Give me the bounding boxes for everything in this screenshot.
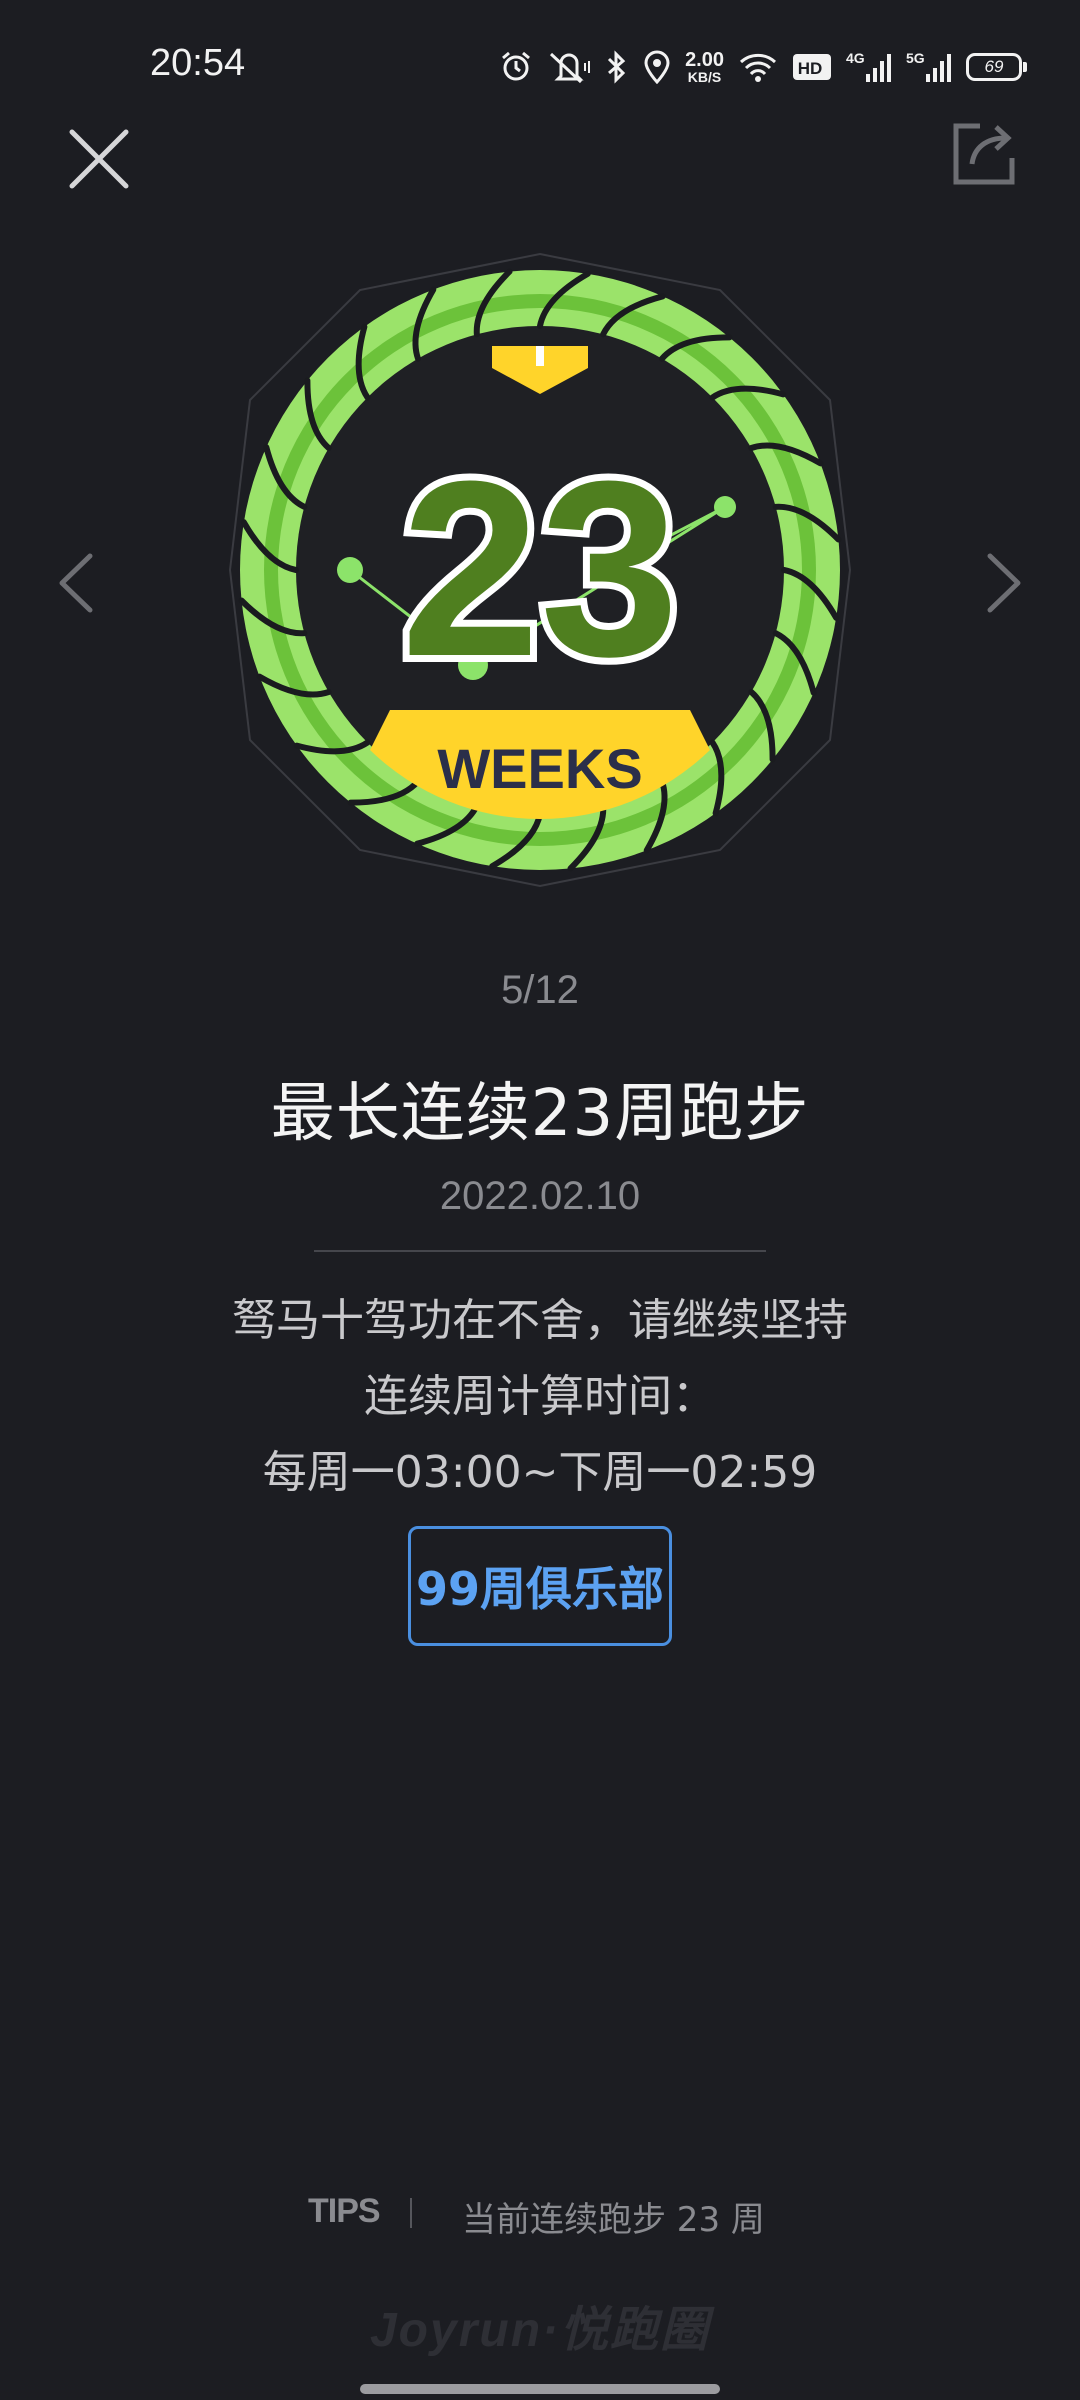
description-line: 连续周计算时间： <box>364 1371 716 1422</box>
status-icons: 2.00 KB/S HD 4G 5G 69 <box>499 44 1027 90</box>
node-dot <box>714 496 736 518</box>
net-speed: 2.00 KB/S <box>685 49 724 85</box>
badge-graphic: 23 WEEKS <box>228 252 852 888</box>
status-bar: 20:54 2.00 KB/S HD 4G 5G 69 <box>0 0 1080 120</box>
close-icon <box>69 129 129 189</box>
signal-4g-icon: 4G <box>846 50 892 84</box>
brand-logo: Joyrun·悦跑圈 <box>369 2304 711 2357</box>
next-badge-button[interactable] <box>972 548 1032 618</box>
badge-counter: 5/12 <box>501 968 579 1012</box>
tips-separator <box>410 2198 412 2228</box>
tips-row: TIPS 当前连续跑步 23 周 <box>0 2186 1080 2246</box>
status-time: 20:54 <box>150 42 246 84</box>
tips-label: TIPS <box>308 2192 381 2230</box>
svg-text:4G: 4G <box>846 50 865 66</box>
page-title: 最长连续23周跑步 <box>270 1077 810 1151</box>
chevron-left-icon <box>59 553 93 613</box>
tips-text: 当前连续跑步 23 周 <box>462 2200 765 2240</box>
previous-badge-button[interactable] <box>48 548 108 618</box>
description-line: 每周一03:00~下周一02:59 <box>262 1447 818 1498</box>
chevron-right-icon <box>987 553 1021 613</box>
home-indicator[interactable] <box>360 2384 720 2394</box>
divider <box>314 1250 766 1252</box>
hd-icon: HD <box>792 52 832 82</box>
club-button[interactable]: 99周俱乐部 <box>408 1526 672 1646</box>
svg-text:HD: HD <box>798 59 823 78</box>
node-dot <box>337 557 363 583</box>
badge-unit: WEEKS <box>437 737 642 800</box>
share-button[interactable] <box>948 118 1020 190</box>
location-icon <box>643 50 671 84</box>
achievement-badge: 23 WEEKS <box>220 250 860 890</box>
wifi-icon <box>738 51 778 83</box>
mute-icon <box>547 50 591 84</box>
battery-indicator: 69 <box>966 53 1027 81</box>
badge-number: 23 <box>401 429 679 708</box>
share-icon <box>953 123 1015 185</box>
achievement-date: 2022.02.10 <box>439 1174 641 1218</box>
bluetooth-icon <box>605 50 629 84</box>
signal-5g-icon: 5G <box>906 50 952 84</box>
close-button[interactable] <box>66 126 132 192</box>
alarm-icon <box>499 50 533 84</box>
description-line: 驽马十驾功在不舍，请继续坚持 <box>232 1295 848 1346</box>
svg-text:5G: 5G <box>906 50 925 66</box>
